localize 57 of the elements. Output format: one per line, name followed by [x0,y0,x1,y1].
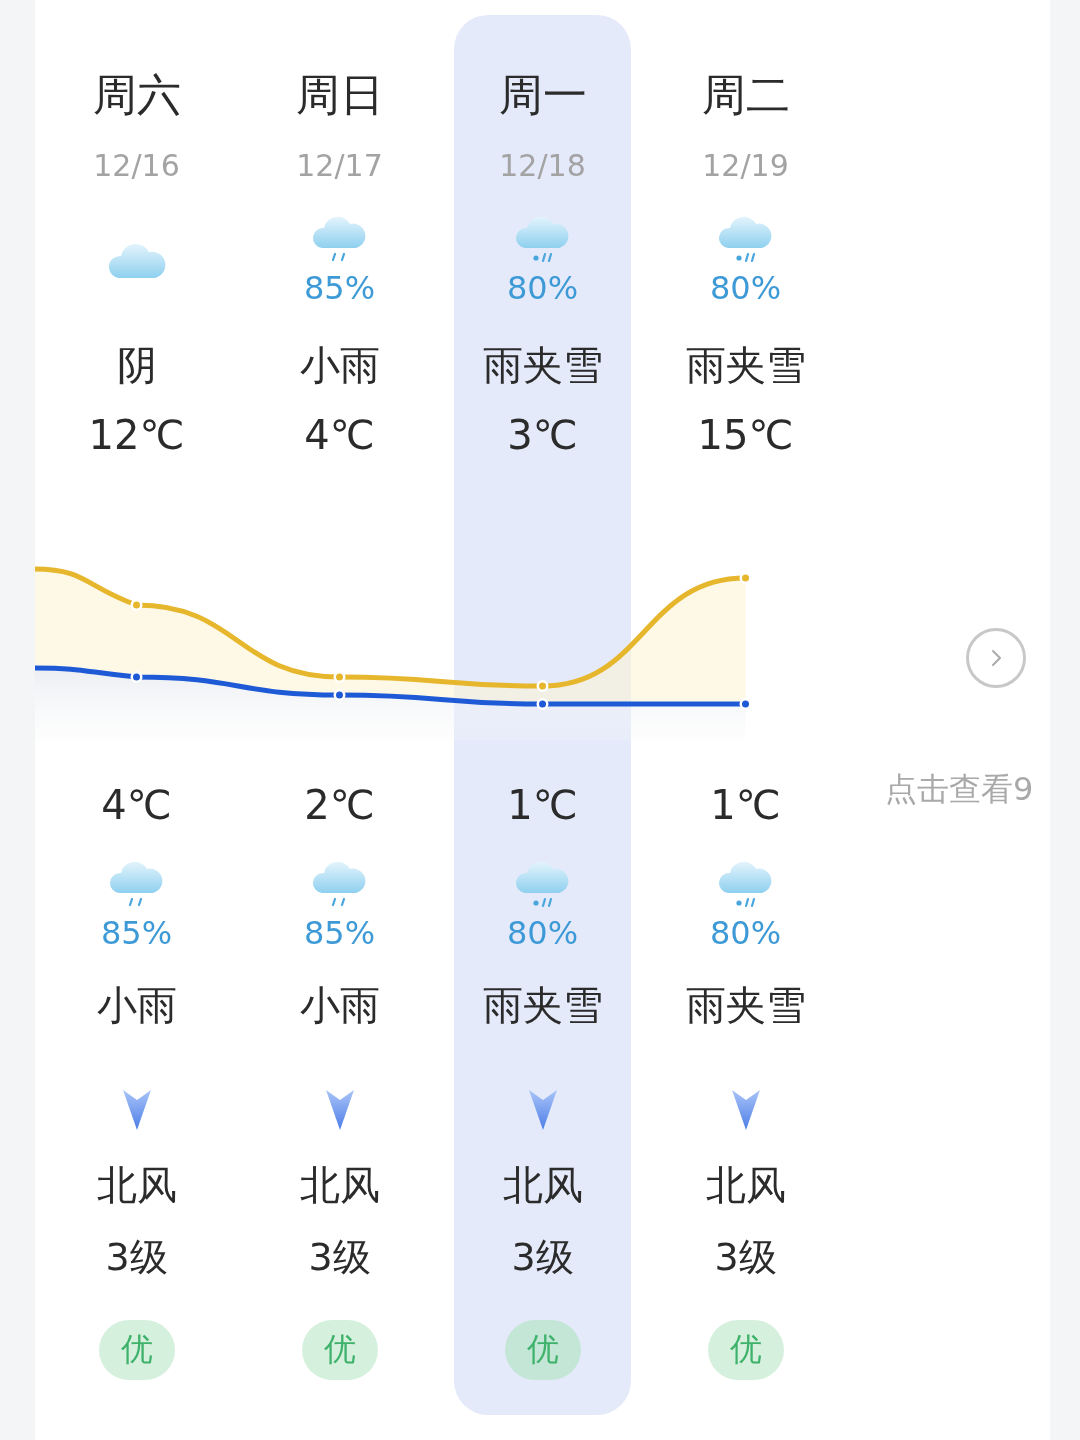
weekday: 周二 [701,67,790,122]
weather-condition: 阴 [116,340,157,390]
wind-arrow-icon [121,1088,152,1132]
weekday: 周六 [92,67,181,122]
weekday: 周日 [295,67,384,122]
precipitation-chance: 80% [709,913,782,953]
data-point [333,671,346,683]
high-temperature: 15℃ [697,412,794,458]
wind-direction: 北风 [299,1160,380,1210]
precipitation-chance: 80% [506,268,579,308]
data-point [130,671,143,683]
data-point [739,572,752,584]
weather-condition: 小雨 [299,980,380,1030]
day-column[interactable]: 周一 12/18 80% 雨夹雪 3℃ 1℃ 80% 雨夹雪 北风 3级 优 [454,15,631,1415]
high-temperature: 12℃ [88,412,185,458]
weather-condition: 雨夹雪 [685,340,806,390]
wind-level: 3级 [105,1234,168,1281]
precipitation-chance: 80% [709,268,782,308]
low-temperature: 4℃ [101,782,172,828]
wind-arrow-icon [730,1088,761,1132]
wind-level: 3级 [308,1234,371,1281]
low-temperature: 2℃ [304,782,375,828]
data-point [739,698,752,710]
precipitation-chance: 80% [506,913,579,953]
air-quality-badge: 优 [301,1320,378,1380]
high-temperature: 4℃ [304,412,375,458]
date: 12/16 [93,147,180,183]
air-quality-badge: 优 [98,1320,175,1380]
low-temperature: 1℃ [507,782,578,828]
air-quality-badge: 优 [707,1320,784,1380]
data-point [536,680,549,692]
wind-arrow-icon [527,1088,558,1132]
wind-level: 3级 [714,1234,777,1281]
data-point [130,599,143,611]
precipitation-chance: 85% [100,913,173,953]
wind-direction: 北风 [96,1160,177,1210]
low-temperature: 1℃ [710,782,781,828]
data-point [536,698,549,710]
weather-condition: 小雨 [299,340,380,390]
weather-condition: 雨夹雪 [685,980,806,1030]
data-point [333,689,346,701]
air-quality-badge: 优 [504,1320,581,1380]
precipitation-chance: 85% [303,268,376,308]
wind-level: 3级 [511,1234,574,1281]
date: 12/18 [499,147,586,183]
weather-condition: 雨夹雪 [482,980,603,1030]
next-button[interactable] [966,628,1026,688]
wind-direction: 北风 [502,1160,583,1210]
weekday: 周一 [498,67,587,122]
weather-condition: 雨夹雪 [482,340,603,390]
high-temperature: 3℃ [507,412,578,458]
date: 12/17 [296,147,383,183]
precipitation-chance: 85% [303,913,376,953]
date: 12/19 [702,147,789,183]
weather-condition: 小雨 [96,980,177,1030]
wind-arrow-icon [324,1088,355,1132]
wind-direction: 北风 [705,1160,786,1210]
